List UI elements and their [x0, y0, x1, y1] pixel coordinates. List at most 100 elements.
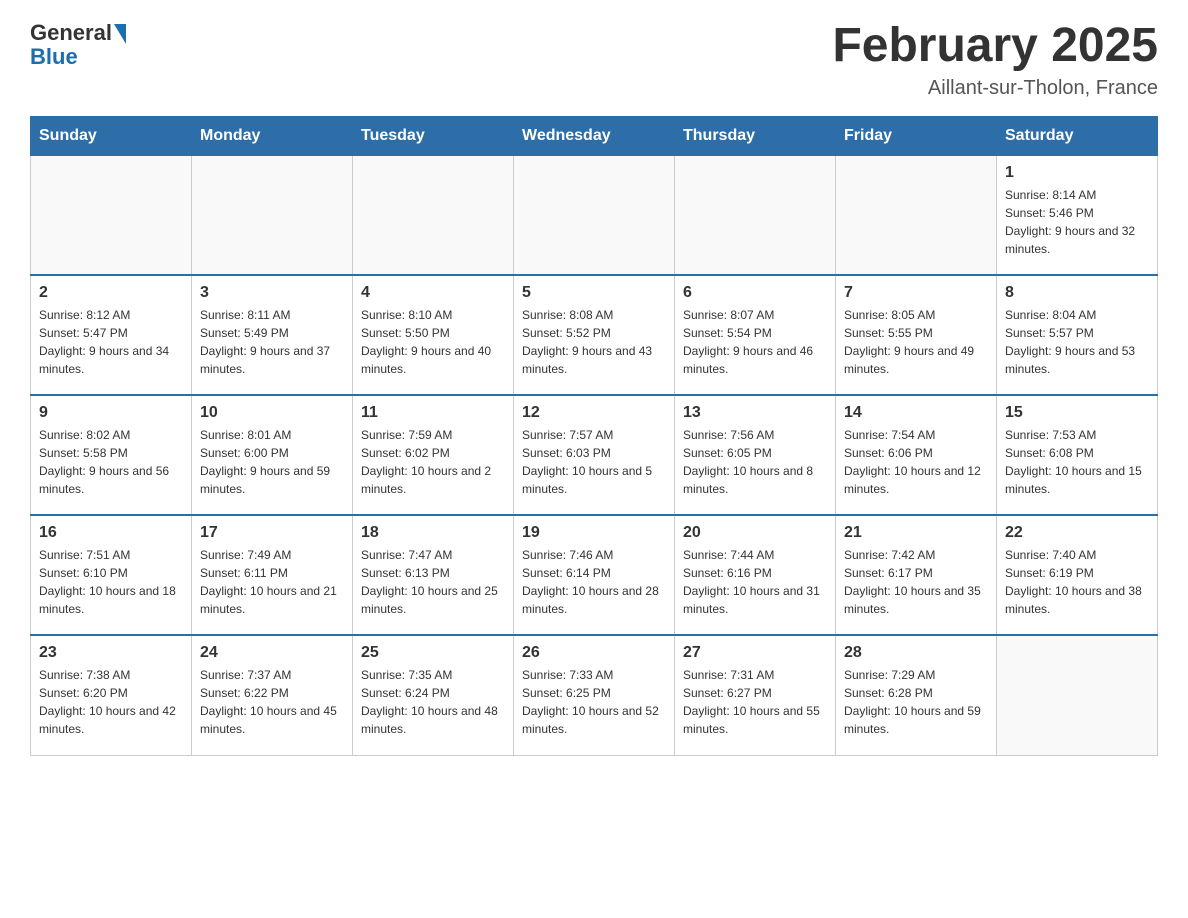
calendar-cell: 25 Sunrise: 7:35 AMSunset: 6:24 PMDayligh…	[353, 635, 514, 755]
day-number: 23	[39, 644, 183, 662]
day-number: 21	[844, 524, 988, 542]
day-number: 7	[844, 284, 988, 302]
day-number: 26	[522, 644, 666, 662]
day-number: 15	[1005, 404, 1149, 422]
day-number: 3	[200, 284, 344, 302]
calendar-cell: 13 Sunrise: 7:56 AMSunset: 6:05 PMDayligh…	[675, 395, 836, 515]
day-number: 13	[683, 404, 827, 422]
day-number: 18	[361, 524, 505, 542]
calendar-cell: 26 Sunrise: 7:33 AMSunset: 6:25 PMDayligh…	[514, 635, 675, 755]
day-info: Sunrise: 7:42 AMSunset: 6:17 PMDaylight:…	[844, 546, 988, 618]
day-number: 14	[844, 404, 988, 422]
calendar-cell: 23 Sunrise: 7:38 AMSunset: 6:20 PMDayligh…	[31, 635, 192, 755]
logo-blue-text: Blue	[30, 44, 78, 70]
logo-general-text: General	[30, 20, 112, 46]
day-info: Sunrise: 8:04 AMSunset: 5:57 PMDaylight:…	[1005, 306, 1149, 378]
calendar-cell	[31, 155, 192, 275]
day-number: 24	[200, 644, 344, 662]
day-info: Sunrise: 7:38 AMSunset: 6:20 PMDaylight:…	[39, 666, 183, 738]
calendar-cell: 17 Sunrise: 7:49 AMSunset: 6:11 PMDayligh…	[192, 515, 353, 635]
calendar-cell	[675, 155, 836, 275]
calendar-week-row: 2 Sunrise: 8:12 AMSunset: 5:47 PMDaylight…	[31, 275, 1158, 395]
calendar-cell: 1Sunrise: 8:14 AMSunset: 5:46 PMDaylight…	[997, 155, 1158, 275]
day-number: 12	[522, 404, 666, 422]
day-info: Sunrise: 7:29 AMSunset: 6:28 PMDaylight:…	[844, 666, 988, 738]
day-number: 4	[361, 284, 505, 302]
day-number: 28	[844, 644, 988, 662]
calendar-cell	[514, 155, 675, 275]
day-number: 17	[200, 524, 344, 542]
calendar-cell: 5 Sunrise: 8:08 AMSunset: 5:52 PMDaylight…	[514, 275, 675, 395]
calendar-cell: 14Sunrise: 7:54 AMSunset: 6:06 PMDayligh…	[836, 395, 997, 515]
title-section: February 2025 Aillant-sur-Tholon, France	[832, 20, 1158, 100]
day-number: 16	[39, 524, 183, 542]
day-number: 2	[39, 284, 183, 302]
day-info: Sunrise: 7:35 AMSunset: 6:24 PMDaylight:…	[361, 666, 505, 738]
calendar-week-row: 1Sunrise: 8:14 AMSunset: 5:46 PMDaylight…	[31, 155, 1158, 275]
calendar-cell: 28 Sunrise: 7:29 AMSunset: 6:28 PMDayligh…	[836, 635, 997, 755]
day-number: 25	[361, 644, 505, 662]
day-number: 5	[522, 284, 666, 302]
day-number: 10	[200, 404, 344, 422]
day-number: 9	[39, 404, 183, 422]
day-info: Sunrise: 7:51 AMSunset: 6:10 PMDaylight:…	[39, 546, 183, 618]
day-info: Sunrise: 8:12 AMSunset: 5:47 PMDaylight:…	[39, 306, 183, 378]
calendar-cell: 22 Sunrise: 7:40 AMSunset: 6:19 PMDayligh…	[997, 515, 1158, 635]
calendar-cell: 3 Sunrise: 8:11 AMSunset: 5:49 PMDaylight…	[192, 275, 353, 395]
calendar-header-row: SundayMondayTuesdayWednesdayThursdayFrid…	[31, 116, 1158, 155]
day-header-friday: Friday	[836, 116, 997, 155]
day-number: 6	[683, 284, 827, 302]
logo: General Blue	[30, 20, 126, 70]
day-info: Sunrise: 8:07 AMSunset: 5:54 PMDaylight:…	[683, 306, 827, 378]
day-info: Sunrise: 8:05 AMSunset: 5:55 PMDaylight:…	[844, 306, 988, 378]
day-header-sunday: Sunday	[31, 116, 192, 155]
day-info: Sunrise: 8:01 AMSunset: 6:00 PMDaylight:…	[200, 426, 344, 498]
day-info: Sunrise: 7:40 AMSunset: 6:19 PMDaylight:…	[1005, 546, 1149, 618]
calendar-cell: 24 Sunrise: 7:37 AMSunset: 6:22 PMDayligh…	[192, 635, 353, 755]
day-info: Sunrise: 8:11 AMSunset: 5:49 PMDaylight:…	[200, 306, 344, 378]
calendar-cell	[353, 155, 514, 275]
calendar-week-row: 9 Sunrise: 8:02 AMSunset: 5:58 PMDaylight…	[31, 395, 1158, 515]
calendar-cell: 11 Sunrise: 7:59 AMSunset: 6:02 PMDayligh…	[353, 395, 514, 515]
page-header: General Blue February 2025 Aillant-sur-T…	[30, 20, 1158, 100]
logo-top: General	[30, 20, 126, 46]
day-info: Sunrise: 7:56 AMSunset: 6:05 PMDaylight:…	[683, 426, 827, 498]
day-info: Sunrise: 7:44 AMSunset: 6:16 PMDaylight:…	[683, 546, 827, 618]
day-header-monday: Monday	[192, 116, 353, 155]
day-info: Sunrise: 7:53 AMSunset: 6:08 PMDaylight:…	[1005, 426, 1149, 498]
day-info: Sunrise: 7:57 AMSunset: 6:03 PMDaylight:…	[522, 426, 666, 498]
calendar-cell	[192, 155, 353, 275]
calendar-cell	[836, 155, 997, 275]
day-info: Sunrise: 7:49 AMSunset: 6:11 PMDaylight:…	[200, 546, 344, 618]
day-info: Sunrise: 7:47 AMSunset: 6:13 PMDaylight:…	[361, 546, 505, 618]
calendar-cell: 10 Sunrise: 8:01 AMSunset: 6:00 PMDayligh…	[192, 395, 353, 515]
day-info: Sunrise: 7:31 AMSunset: 6:27 PMDaylight:…	[683, 666, 827, 738]
calendar-week-row: 23 Sunrise: 7:38 AMSunset: 6:20 PMDayligh…	[31, 635, 1158, 755]
day-number: 19	[522, 524, 666, 542]
day-header-wednesday: Wednesday	[514, 116, 675, 155]
day-info: Sunrise: 8:08 AMSunset: 5:52 PMDaylight:…	[522, 306, 666, 378]
day-info: Sunrise: 7:59 AMSunset: 6:02 PMDaylight:…	[361, 426, 505, 498]
day-header-thursday: Thursday	[675, 116, 836, 155]
location: Aillant-sur-Tholon, France	[832, 77, 1158, 100]
calendar-cell: 15 Sunrise: 7:53 AMSunset: 6:08 PMDayligh…	[997, 395, 1158, 515]
month-title: February 2025	[832, 20, 1158, 73]
day-info: Sunrise: 8:14 AMSunset: 5:46 PMDaylight:…	[1005, 186, 1149, 258]
calendar-cell: 4Sunrise: 8:10 AMSunset: 5:50 PMDaylight…	[353, 275, 514, 395]
calendar-cell: 7 Sunrise: 8:05 AMSunset: 5:55 PMDaylight…	[836, 275, 997, 395]
day-info: Sunrise: 7:37 AMSunset: 6:22 PMDaylight:…	[200, 666, 344, 738]
day-number: 11	[361, 404, 505, 422]
calendar-cell: 16 Sunrise: 7:51 AMSunset: 6:10 PMDayligh…	[31, 515, 192, 635]
calendar-cell: 21 Sunrise: 7:42 AMSunset: 6:17 PMDayligh…	[836, 515, 997, 635]
day-header-saturday: Saturday	[997, 116, 1158, 155]
calendar-cell: 27 Sunrise: 7:31 AMSunset: 6:27 PMDayligh…	[675, 635, 836, 755]
calendar-cell: 18 Sunrise: 7:47 AMSunset: 6:13 PMDayligh…	[353, 515, 514, 635]
day-number: 27	[683, 644, 827, 662]
day-number: 22	[1005, 524, 1149, 542]
day-info: Sunrise: 8:02 AMSunset: 5:58 PMDaylight:…	[39, 426, 183, 498]
calendar-cell: 12 Sunrise: 7:57 AMSunset: 6:03 PMDayligh…	[514, 395, 675, 515]
day-info: Sunrise: 7:33 AMSunset: 6:25 PMDaylight:…	[522, 666, 666, 738]
calendar-cell: 6 Sunrise: 8:07 AMSunset: 5:54 PMDaylight…	[675, 275, 836, 395]
day-info: Sunrise: 7:46 AMSunset: 6:14 PMDaylight:…	[522, 546, 666, 618]
logo-arrow-icon	[114, 24, 126, 44]
